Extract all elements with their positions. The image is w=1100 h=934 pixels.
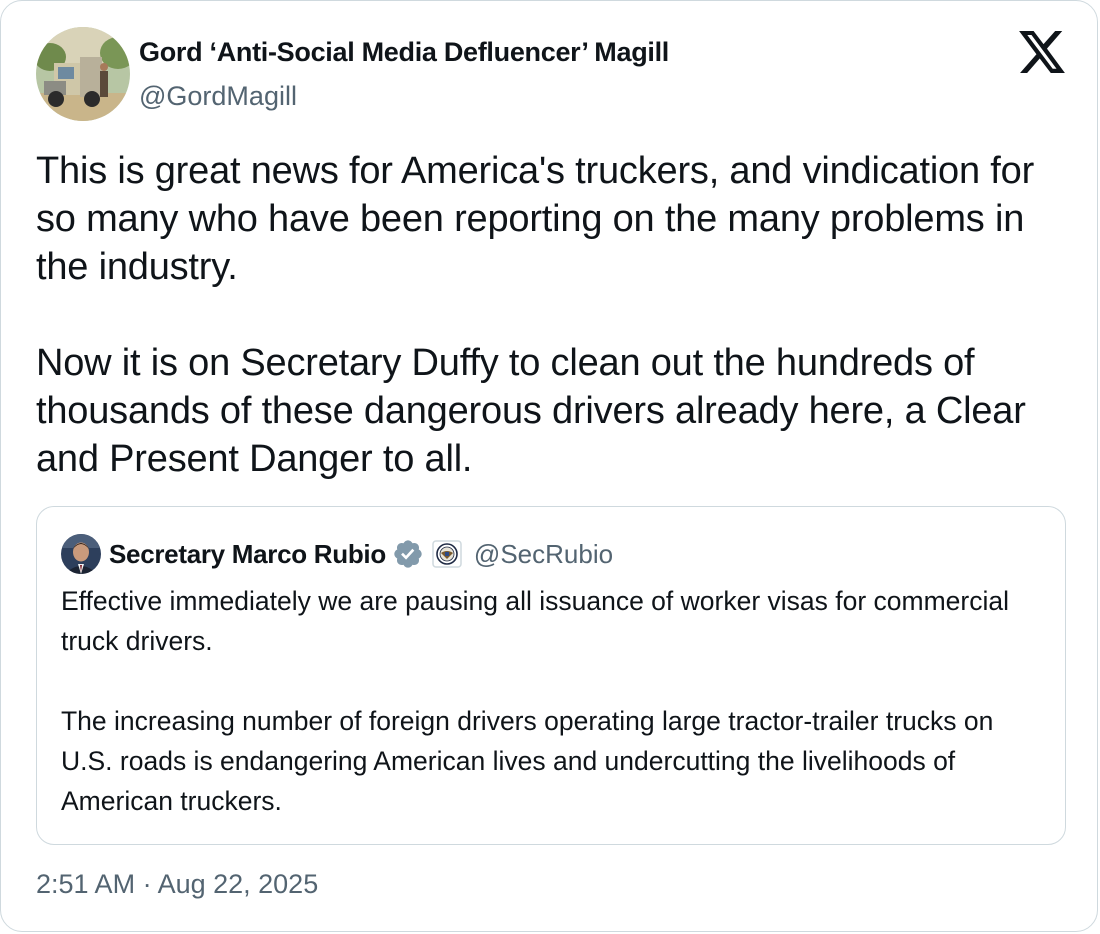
tweet-text: This is great news for America's trucker… <box>36 147 1076 483</box>
author-avatar-image <box>36 27 130 121</box>
author-name[interactable]: Gord ‘Anti-Social Media Defluencer’ Magi… <box>139 37 669 68</box>
tweet-paragraph: Now it is on Secretary Duffy to clean ou… <box>36 342 1026 480</box>
quoted-author-name[interactable]: Secretary Marco Rubio <box>109 539 386 570</box>
author-avatar[interactable] <box>36 27 130 121</box>
quoted-paragraph: The increasing number of foreign drivers… <box>61 706 994 816</box>
tweet-card: Gord ‘Anti-Social Media Defluencer’ Magi… <box>0 0 1098 932</box>
quoted-author-avatar[interactable] <box>61 534 101 574</box>
author-handle[interactable]: @GordMagill <box>139 81 297 112</box>
tweet-timestamp[interactable]: 2:51 AM · Aug 22, 2025 <box>36 869 318 900</box>
tweet-paragraph: This is great news for America's trucker… <box>36 150 1035 288</box>
quoted-tweet[interactable]: Secretary Marco Rubio @SecRubio Effectiv… <box>36 506 1066 845</box>
quoted-paragraph: Effective immediately we are pausing all… <box>61 586 1009 656</box>
state-department-seal-icon <box>432 540 462 568</box>
verified-badge-icon <box>394 540 422 568</box>
quoted-author-handle[interactable]: @SecRubio <box>474 539 613 570</box>
quoted-header: Secretary Marco Rubio @SecRubio <box>109 536 613 572</box>
quoted-tweet-text: Effective immediately we are pausing all… <box>61 581 1046 821</box>
quoted-avatar-image <box>61 534 101 574</box>
x-logo-icon[interactable] <box>1019 31 1065 73</box>
